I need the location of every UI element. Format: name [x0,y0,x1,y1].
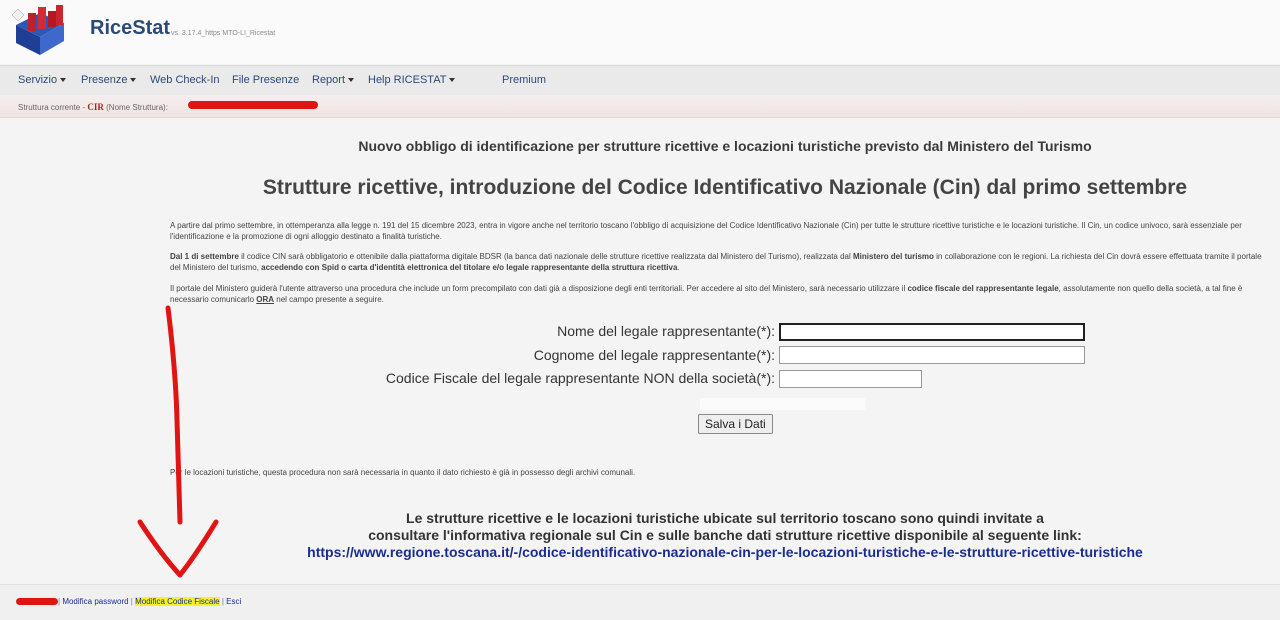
codice-fiscale-label: Codice Fiscale del legale rappresentante… [385,370,775,386]
modifica-codice-fiscale-link[interactable]: Modifica Codice Fiscale [135,597,220,606]
nome-label: Nome del legale rappresentante(*): [557,323,775,339]
locazioni-note: Per le locazioni turistiche, questa proc… [170,468,636,477]
regional-info-line1: Le strutture ricettive e le locazioni tu… [406,510,1044,526]
app-version: vs. 3.17.4_https MTO-LI_Ricestat [171,30,276,37]
blank-area [700,398,865,410]
nav-web-check-in[interactable]: Web Check-In [150,74,220,86]
portal-paragraph: Il portale del Ministero guiderà l'utent… [170,284,1243,304]
chevron-down-icon [130,78,137,83]
ricestat-logo-icon [11,5,64,55]
footer: | Modifica password | Modifica Codice Fi… [0,584,1280,620]
chevron-down-icon [449,78,456,83]
header: RiceStat vs. 3.17.4_https MTO-LI_Ricesta… [0,0,1280,64]
regione-toscana-link[interactable]: https://www.regione.toscana.it/-/codice-… [307,544,1143,560]
cognome-input[interactable] [779,346,1085,364]
footer-links: | Modifica password | Modifica Codice Fi… [58,597,242,606]
nav-file-presenze[interactable]: File Presenze [232,74,299,86]
main-navbar: Servizio Presenze Web Check-In File Pres… [0,65,1280,96]
main-content: Nuovo obbligo di identificazione per str… [0,118,1280,584]
save-button[interactable]: Salva i Dati [698,414,773,434]
chevron-down-icon [60,78,67,83]
nav-presenze[interactable]: Presenze [81,74,137,86]
cin-obligation-paragraph: Dal 1 di settembre il codice CIN sarà ob… [170,252,1262,272]
page-subtitle: Nuovo obbligo di identificazione per str… [358,138,1092,154]
cognome-label: Cognome del legale rappresentante(*): [533,347,775,363]
esci-link[interactable]: Esci [226,597,241,606]
structure-code: CIR [87,102,104,112]
current-structure-text: Struttura corrente - CIR (Nome Struttura… [18,102,168,112]
nav-premium[interactable]: Premium [502,74,546,86]
nav-report[interactable]: Report [312,74,355,86]
nav-help-ricestat[interactable]: Help RICESTAT [368,74,456,86]
chevron-down-icon [348,78,355,83]
intro-paragraph: A partire dal primo settembre, in ottemp… [170,221,1242,241]
regional-info-line2: consultare l'informativa regionale sul C… [368,527,1082,543]
redaction-mark [188,101,318,109]
nome-input[interactable] [779,323,1085,341]
page-title: Strutture ricettive, introduzione del Co… [262,176,1188,199]
redaction-mark [16,598,58,605]
modifica-password-link[interactable]: Modifica password [62,597,128,606]
app-name: RiceStat [90,17,171,39]
nav-servizio[interactable]: Servizio [18,74,67,86]
codice-fiscale-input[interactable] [779,370,922,388]
regional-info: Le strutture ricettive e le locazioni tu… [0,510,1280,561]
